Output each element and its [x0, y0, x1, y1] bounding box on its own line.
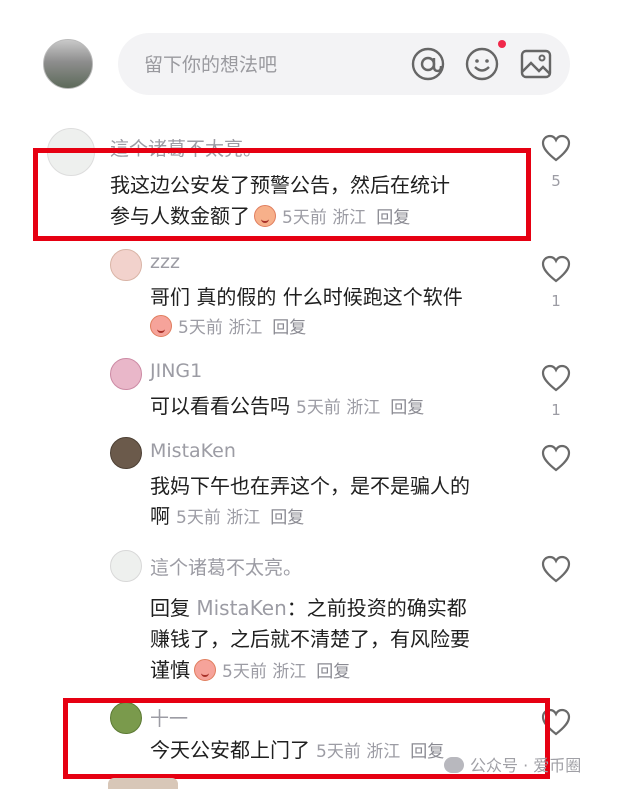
- emoji-sticker: [194, 659, 216, 681]
- comment-text-line-2: 赚钱了，之后就不清楚了，有风险要: [150, 627, 470, 651]
- comment-text: 可以看看公告吗: [150, 394, 290, 418]
- like-icon[interactable]: [541, 134, 571, 162]
- reply-to-user[interactable]: MistaKen: [196, 596, 286, 620]
- like-icon[interactable]: [541, 255, 571, 283]
- comment-text: ：之前投资的确实都: [286, 596, 467, 620]
- image-icon[interactable]: [518, 46, 554, 82]
- comment-author[interactable]: MistaKen: [150, 440, 236, 462]
- comment-text-line-2: 参与人数金额了 5天前 浙江 回复: [110, 201, 410, 234]
- like-icon[interactable]: [541, 444, 571, 472]
- comment-meta: 5天前 浙江 回复: [316, 742, 445, 762]
- like-icon[interactable]: [541, 364, 571, 392]
- comment-meta: 5天前 浙江 回复: [282, 208, 411, 228]
- like-icon[interactable]: [541, 555, 571, 583]
- reply-button[interactable]: 回复: [410, 742, 444, 762]
- reply-button[interactable]: 回复: [316, 662, 350, 682]
- comment-author[interactable]: 這个诸葛不太亮。: [150, 553, 302, 580]
- comment-text: 啊: [150, 504, 170, 528]
- comment-author[interactable]: JING1: [150, 360, 202, 382]
- avatar[interactable]: [110, 358, 142, 390]
- comment-text-line: 回复 MistaKen：之前投资的确实都: [150, 593, 467, 624]
- at-icon[interactable]: [410, 46, 446, 82]
- user-avatar[interactable]: [43, 39, 93, 89]
- reply-prefix: 回复: [150, 596, 190, 620]
- avatar[interactable]: [47, 128, 95, 176]
- comment-text-line: 我这边公安发了预警公告，然后在统计: [110, 173, 450, 197]
- comment-input[interactable]: 留下你的想法吧: [118, 33, 570, 95]
- comment-text: 今天公安都上门了: [150, 738, 310, 762]
- comment-text: 谨慎: [150, 658, 190, 682]
- comment-text-line: 可以看看公告吗 5天前 浙江 回复: [150, 391, 424, 424]
- notification-dot: [498, 40, 506, 48]
- reply-button[interactable]: 回复: [270, 508, 304, 528]
- reply-button[interactable]: 回复: [272, 318, 306, 338]
- wechat-icon: [444, 757, 464, 773]
- comment-author[interactable]: 十一: [150, 704, 188, 731]
- comment-meta: 5天前 浙江 回复: [178, 318, 307, 338]
- reply-button[interactable]: 回复: [376, 208, 410, 228]
- avatar[interactable]: [110, 702, 142, 734]
- reply-button[interactable]: 回复: [390, 398, 424, 418]
- emoji-icon[interactable]: [464, 46, 500, 82]
- comment-meta-line: 5天前 浙江 回复: [150, 311, 306, 344]
- comment-author[interactable]: zzz: [150, 251, 180, 273]
- emoji-sticker: [150, 315, 172, 337]
- comment-text-line: 哥们 真的假的 什么时候跑这个软件: [150, 285, 463, 309]
- like-count: 1: [551, 292, 561, 310]
- emoji-sticker: [254, 205, 276, 227]
- avatar[interactable]: [110, 249, 142, 281]
- comment-text: 参与人数金额了: [110, 204, 250, 228]
- avatar[interactable]: [110, 437, 142, 469]
- comment-author[interactable]: 這个诸葛不太亮。: [110, 134, 262, 161]
- comment-meta: 5天前 浙江 回复: [222, 662, 351, 682]
- comment-text-line-3: 谨慎 5天前 浙江 回复: [150, 655, 350, 688]
- comment-text-line-2: 啊 5天前 浙江 回复: [150, 501, 304, 534]
- like-icon[interactable]: [541, 708, 571, 736]
- comment-input-placeholder: 留下你的想法吧: [144, 54, 278, 76]
- avatar[interactable]: [110, 550, 142, 582]
- watermark: 公众号 · 爱币圈: [444, 752, 581, 776]
- comment-text-line: 今天公安都上门了 5天前 浙江 回复: [150, 735, 444, 768]
- like-count: 1: [551, 401, 561, 419]
- comment-text-line: 我妈下午也在弄这个，是不是骗人的: [150, 474, 470, 498]
- like-count: 5: [551, 172, 561, 190]
- comment-meta: 5天前 浙江 回复: [296, 398, 425, 418]
- comment-meta: 5天前 浙江 回复: [176, 508, 305, 528]
- next-comment-peek: [108, 778, 178, 789]
